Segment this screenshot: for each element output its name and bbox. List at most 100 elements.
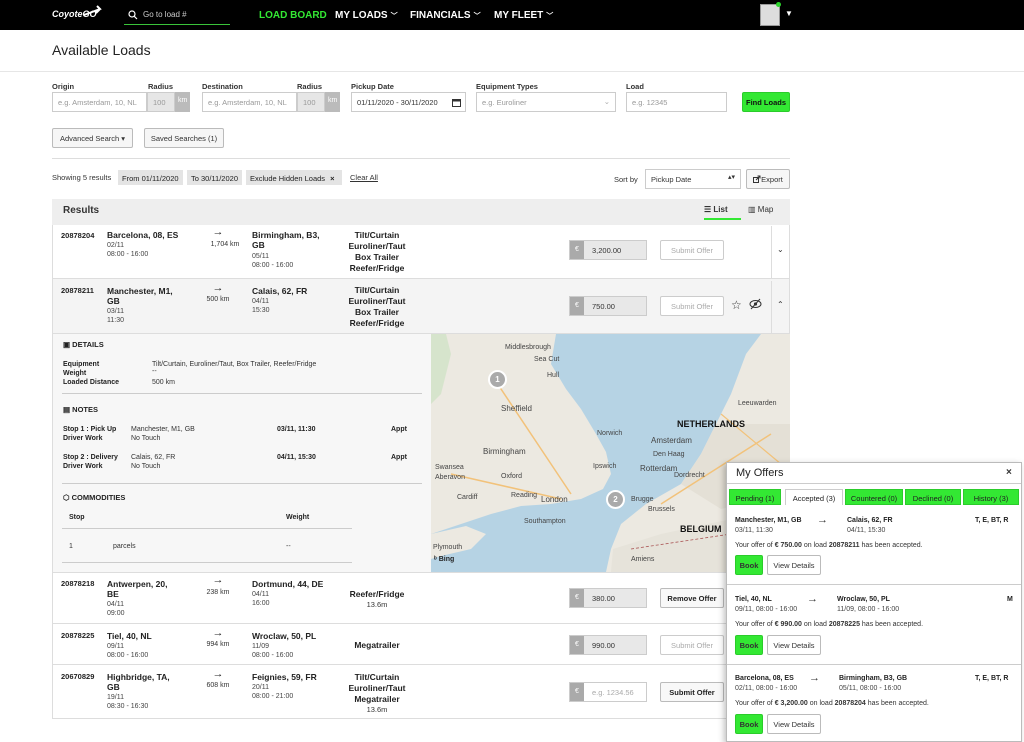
load-id[interactable]: 20878225 <box>61 631 94 640</box>
filter-chip-from[interactable]: From 01/11/2020 <box>118 170 183 185</box>
load-id[interactable]: 20878218 <box>61 579 94 588</box>
caret-down-icon[interactable]: ▼ <box>785 9 793 18</box>
euro-icon: € <box>570 241 584 259</box>
price-input[interactable]: €990.00 <box>569 635 647 655</box>
radius-input[interactable]: 100 <box>297 92 325 112</box>
view-details-button[interactable]: View Details <box>767 555 821 575</box>
offer-dest: Birmingham, B3, GB <box>839 675 908 682</box>
dest-time: 08:00 - 16:00 <box>252 262 294 269</box>
close-icon[interactable]: × <box>330 174 334 183</box>
distance: 500 km <box>206 296 230 303</box>
chevron-down-icon: ⌄ <box>603 97 610 106</box>
radius-input[interactable]: 100 <box>147 92 175 112</box>
nav-my-fleet[interactable]: MY FLEET ﹀ <box>494 10 553 21</box>
load-search-input[interactable]: Go to load # <box>124 6 230 25</box>
distance: 994 km <box>206 641 230 648</box>
driver-work-value: No Touch <box>131 435 161 442</box>
map-pin[interactable]: 1 <box>488 370 507 389</box>
offer-dest-time: 04/11, 15:30 <box>847 527 886 534</box>
sort-select[interactable]: Pickup Date ▴▾ <box>645 169 741 189</box>
tab-accepted[interactable]: Accepted (3) <box>785 489 843 505</box>
close-icon[interactable]: × <box>1006 467 1012 478</box>
logo[interactable]: CoyoteGO <box>52 5 102 19</box>
submit-offer-button[interactable]: Submit Offer <box>660 682 724 702</box>
pickup-date-label: Pickup Date <box>351 82 394 91</box>
tab-countered[interactable]: Countered (0) <box>845 489 903 505</box>
driver-work-value: No Touch <box>131 463 161 470</box>
submit-offer-button[interactable]: Submit Offer <box>660 635 724 655</box>
map-label: Amsterdam <box>651 436 692 445</box>
load-id[interactable]: 20878204 <box>61 231 94 240</box>
origin-city: Manchester, M1, <box>107 286 173 296</box>
price-input[interactable]: €750.00 <box>569 296 647 316</box>
weight-label: Weight <box>63 370 87 377</box>
load-id[interactable]: 20878211 <box>61 286 94 295</box>
chevron-down-icon[interactable]: ⌄ <box>777 245 784 254</box>
find-loads-button[interactable]: Find Loads <box>742 92 790 112</box>
export-button[interactable]: Export <box>746 169 790 189</box>
clear-all-link[interactable]: Clear All <box>350 173 378 182</box>
tab-history[interactable]: History (3) <box>963 489 1019 505</box>
star-icon[interactable]: ☆ <box>731 298 742 312</box>
origin-input[interactable]: e.g. Amsterdam, 10, NL <box>52 92 147 112</box>
my-offers-title: My Offers <box>736 467 784 479</box>
sort-label: Sort by <box>614 175 638 184</box>
price-input[interactable]: € e.g. 1234.56 <box>569 682 647 702</box>
book-button[interactable]: Book <box>735 635 763 655</box>
saved-searches-button[interactable]: Saved Searches (1) <box>144 128 224 148</box>
tab-declined[interactable]: Declined (0) <box>905 489 961 505</box>
map-label: Sheffield <box>501 404 532 413</box>
nav-financials[interactable]: FINANCIALS ﹀ <box>410 10 481 21</box>
view-details-button[interactable]: View Details <box>767 635 821 655</box>
destination-label: Destination <box>202 82 243 91</box>
view-details-button[interactable]: View Details <box>767 714 821 734</box>
offer-origin: Barcelona, 08, ES <box>735 675 794 682</box>
remove-offer-button[interactable]: Remove Offer <box>660 588 724 608</box>
pickup-date-input[interactable]: 01/11/2020 - 30/11/2020 <box>351 92 466 112</box>
map-label: Amiens <box>631 556 655 563</box>
nav-load-board[interactable]: LOAD BOARD <box>259 10 327 21</box>
chevron-up-icon[interactable]: ⌃ <box>777 300 784 309</box>
price-input[interactable]: €380.00 <box>569 588 647 608</box>
map-label: Cardiff <box>457 494 478 501</box>
origin-time: 08:30 - 16:30 <box>107 703 149 710</box>
load-input[interactable]: e.g. 12345 <box>626 92 727 112</box>
chevron-down-icon: ﹀ <box>473 13 481 20</box>
filter-chip-to[interactable]: To 30/11/2020 <box>187 170 242 185</box>
equipment-list: Tilt/Curtain Euroliner/Taut Box Trailer Ree… <box>348 230 406 273</box>
avatar[interactable] <box>760 4 780 26</box>
nav-my-loads[interactable]: MY LOADS ﹀ <box>335 10 398 21</box>
hide-icon[interactable] <box>749 298 762 312</box>
price-input[interactable]: €3,200.00 <box>569 240 647 260</box>
my-offers-panel: My Offers × Pending (1) Accepted (3) Cou… <box>726 462 1022 742</box>
offer-dest-time: 11/09, 08:00 - 16:00 <box>837 606 900 613</box>
arrow-right-icon: → <box>212 282 224 294</box>
row-divider <box>52 664 790 665</box>
load-id[interactable]: 20670829 <box>61 672 94 681</box>
list-view-tab[interactable]: ☰ List <box>704 205 741 220</box>
offer-dest: Calais, 62, FR <box>847 517 893 524</box>
book-button[interactable]: Book <box>735 714 763 734</box>
stop2-time: 04/11, 15:30 <box>277 454 316 461</box>
details-heading: ▣ DETAILS <box>63 340 104 349</box>
arrow-right-icon: → <box>212 668 224 680</box>
book-button[interactable]: Book <box>735 555 763 575</box>
advanced-search-button[interactable]: Advanced Search ▾ <box>52 128 133 148</box>
divider <box>62 393 422 394</box>
tab-pending[interactable]: Pending (1) <box>729 489 781 505</box>
results-count: Showing 5 results <box>52 173 112 182</box>
destination-input[interactable]: e.g. Amsterdam, 10, NL <box>202 92 297 112</box>
filter-chip-hidden[interactable]: Exclude Hidden Loads × <box>246 170 342 185</box>
equipment-list: Reefer/Fridge <box>349 589 405 599</box>
map-view-tab[interactable]: ▥ Map <box>748 205 773 214</box>
map-label: Rotterdam <box>640 464 678 473</box>
submit-offer-button[interactable]: Submit Offer <box>660 296 724 316</box>
divider <box>727 483 1021 484</box>
equipment-types-select[interactable]: e.g. Euroliner ⌄ <box>476 92 616 112</box>
map-label: Hull <box>547 372 560 379</box>
dest-date: 04/11 <box>252 298 269 305</box>
truck-icon: ▣ <box>63 340 73 349</box>
list-icon: ☰ <box>704 205 714 214</box>
submit-offer-button[interactable]: Submit Offer <box>660 240 724 260</box>
map-pin[interactable]: 2 <box>606 490 625 509</box>
